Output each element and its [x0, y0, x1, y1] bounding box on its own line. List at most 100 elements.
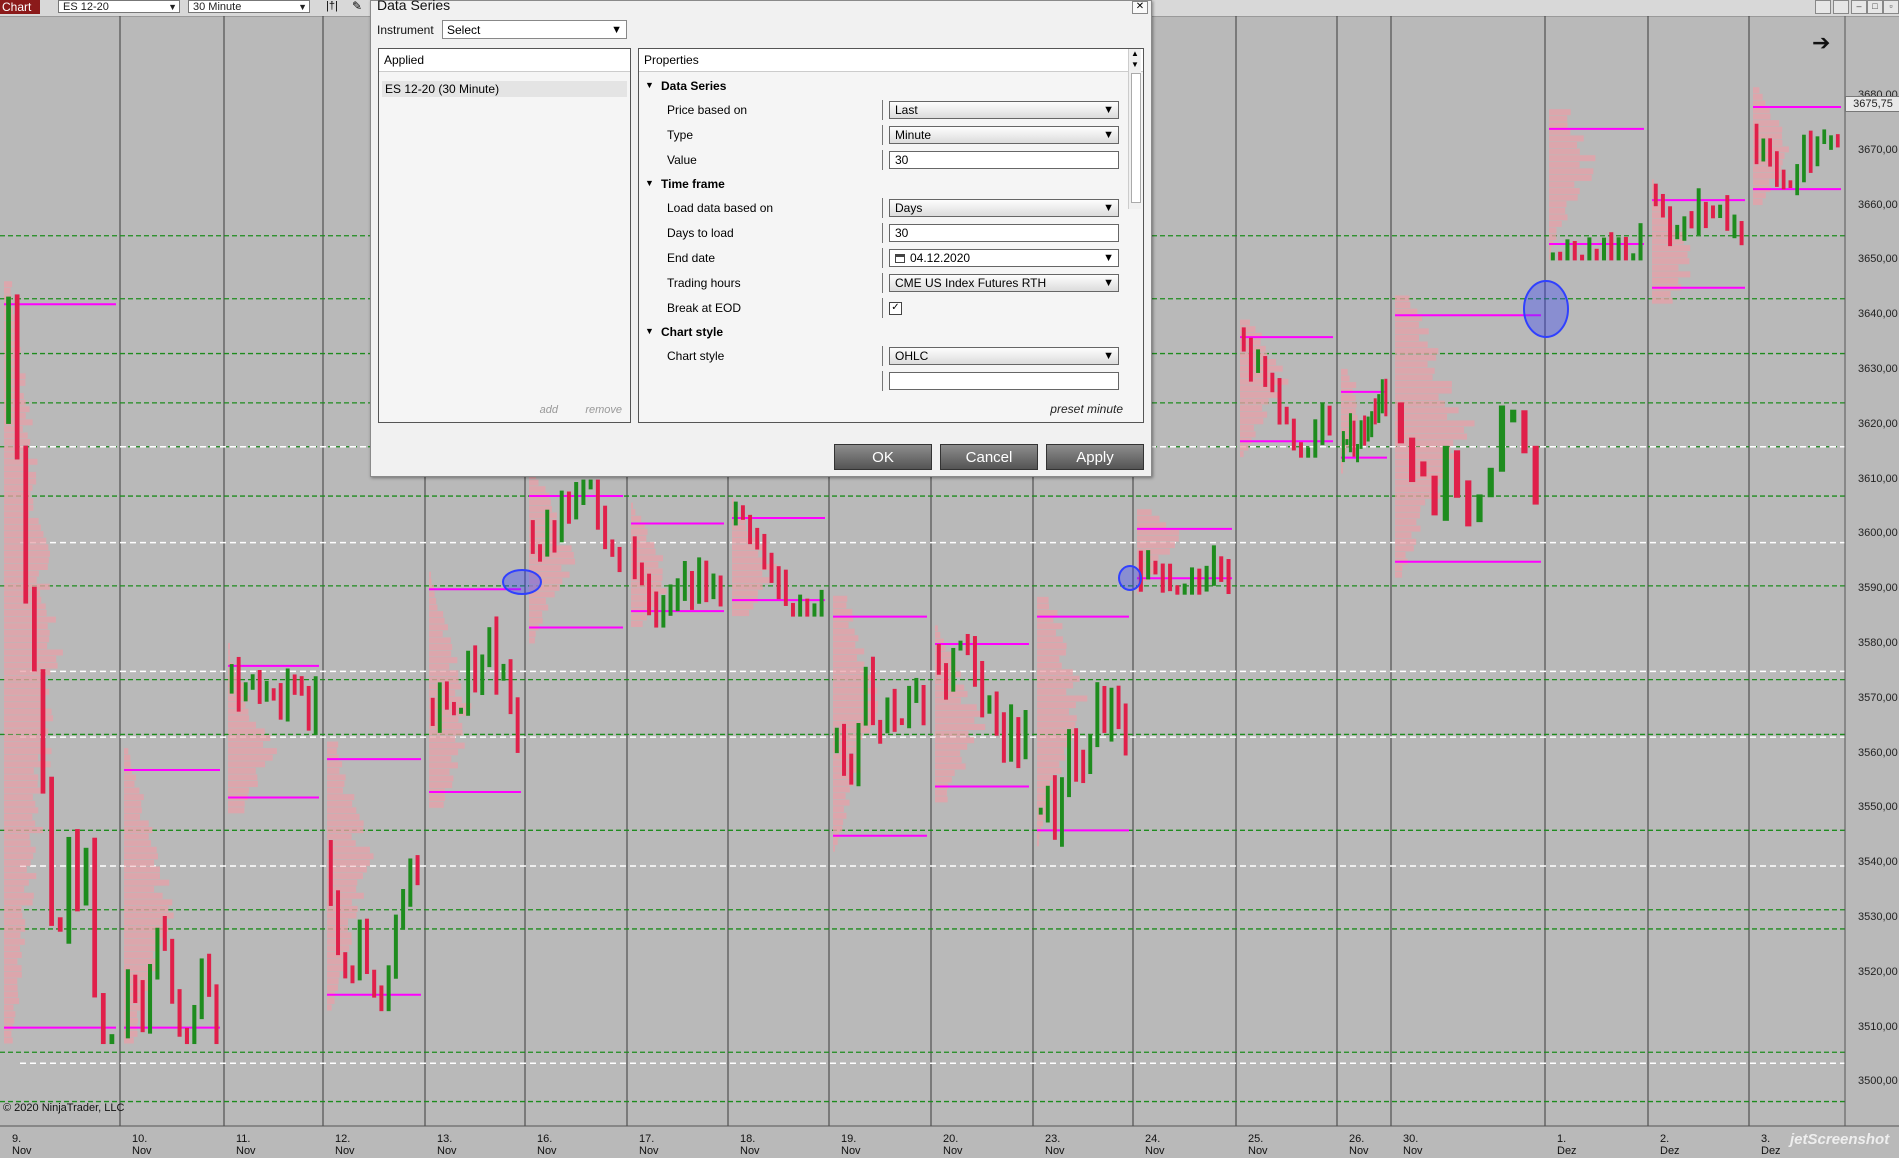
- price-based-on-select[interactable]: Last ▼: [889, 101, 1119, 119]
- profile-row: [4, 610, 47, 617]
- minimize-icon[interactable]: –: [1851, 0, 1867, 14]
- up-bar: [285, 668, 290, 722]
- up-bar: [1380, 379, 1384, 414]
- category-time-frame[interactable]: ▼ Time frame: [639, 172, 1127, 196]
- scroll-up-icon[interactable]: ▲: [1129, 49, 1141, 59]
- expand-triangle-icon[interactable]: ▼: [645, 80, 654, 90]
- down-bar: [1768, 138, 1772, 167]
- category-data-series[interactable]: ▼ Data Series: [639, 74, 1127, 98]
- profile-row: [1395, 374, 1433, 381]
- chart-tab[interactable]: Chart: [0, 0, 40, 14]
- date-tick-label: 26. Nov: [1349, 1133, 1369, 1157]
- scroll-thumb[interactable]: [1131, 73, 1141, 203]
- profile-row: [327, 1004, 332, 1011]
- up-bar: [1587, 237, 1592, 261]
- value-input[interactable]: 30: [889, 151, 1119, 169]
- window-menu-icon[interactable]: [1833, 0, 1849, 14]
- profile-row: [1395, 532, 1412, 539]
- ok-button[interactable]: OK: [834, 444, 932, 470]
- break-at-eod-checkbox[interactable]: ✓: [889, 302, 902, 315]
- profile-row: [1652, 258, 1690, 265]
- scroll-down-icon[interactable]: ▼: [1129, 60, 1141, 70]
- instrument-select[interactable]: Select ▼: [442, 20, 627, 39]
- load-data-label: Load data based on: [667, 201, 774, 215]
- highlight-marker: [1523, 280, 1569, 338]
- expand-triangle-icon[interactable]: ▼: [645, 178, 654, 188]
- down-bar: [1775, 151, 1779, 187]
- profile-row: [1549, 161, 1580, 168]
- cancel-button[interactable]: Cancel: [940, 444, 1038, 470]
- load-data-select[interactable]: Days ▼: [889, 199, 1119, 217]
- down-bar: [350, 965, 355, 984]
- type-row: Type Minute ▼: [639, 123, 1127, 147]
- up-bar: [1313, 419, 1318, 458]
- category-chart-style[interactable]: ▼ Chart style: [639, 320, 1127, 344]
- end-date-picker[interactable]: 04.12.2020 ▼: [889, 249, 1119, 267]
- arrow-right-icon[interactable]: ➔: [1812, 30, 1830, 56]
- down-bar: [1572, 241, 1577, 261]
- profile-row: [1753, 199, 1763, 206]
- profile-row: [935, 625, 938, 632]
- window-menu-icon[interactable]: [1815, 0, 1831, 14]
- profile-row: [833, 825, 843, 832]
- profile-row: [1240, 418, 1264, 425]
- up-bar: [1146, 550, 1151, 580]
- profile-row: [1037, 656, 1060, 663]
- profile-row: [1341, 408, 1356, 415]
- profile-row: [1549, 207, 1566, 214]
- profile-row: [529, 512, 557, 519]
- down-bar: [936, 643, 941, 675]
- interval-dropdown[interactable]: 30 Minute ▼: [188, 0, 310, 13]
- profile-row: [228, 656, 231, 663]
- up-bar: [885, 697, 890, 734]
- profile-row: [833, 668, 864, 675]
- preset-link[interactable]: preset minute: [1050, 402, 1123, 416]
- apply-button[interactable]: Apply: [1046, 444, 1144, 470]
- profile-row: [1037, 702, 1076, 709]
- trading-hours-select[interactable]: CME US Index Futures RTH ▼: [889, 274, 1119, 292]
- down-bar: [566, 491, 571, 524]
- down-bar: [1689, 211, 1694, 229]
- profile-row: [4, 524, 41, 531]
- date-tick-label: 9. Nov: [12, 1133, 32, 1157]
- up-bar: [1601, 237, 1606, 261]
- up-bar: [1795, 164, 1800, 196]
- chart-style-select[interactable]: OHLC ▼: [889, 347, 1119, 365]
- highlight-marker: [1118, 565, 1142, 591]
- profile-row: [833, 714, 877, 721]
- profile-row: [124, 800, 142, 807]
- properties-scrollbar[interactable]: ▲ ▼: [1128, 49, 1141, 209]
- instrument-dropdown[interactable]: ES 12-20 ▼: [58, 0, 180, 13]
- down-bar: [1521, 410, 1528, 454]
- close-icon[interactable]: ✕: [1132, 1, 1148, 14]
- bar-style-icon[interactable]: |†|: [326, 0, 338, 12]
- profile-row: [124, 873, 160, 880]
- chevron-down-icon: ▼: [298, 2, 307, 12]
- applied-series-item[interactable]: ES 12-20 (30 Minute): [382, 81, 627, 97]
- profile-row: [4, 721, 45, 728]
- down-bar: [1420, 461, 1427, 477]
- partial-field[interactable]: [889, 372, 1119, 390]
- profile-row: [1549, 194, 1578, 201]
- profile-row: [4, 281, 13, 288]
- up-bar: [437, 682, 442, 733]
- up-bar: [480, 654, 485, 696]
- profile-row: [732, 570, 763, 577]
- current-price-label: 3675,75: [1845, 96, 1899, 112]
- profile-row: [228, 734, 271, 741]
- type-select[interactable]: Minute ▼: [889, 126, 1119, 144]
- profile-row: [4, 984, 18, 991]
- maximize-icon[interactable]: □: [1867, 0, 1883, 14]
- down-bar: [170, 938, 175, 1004]
- expand-triangle-icon[interactable]: ▼: [645, 326, 654, 336]
- down-bar: [379, 985, 384, 1012]
- remove-link[interactable]: remove: [585, 404, 622, 416]
- profile-row: [833, 622, 849, 629]
- profile-row: [228, 649, 230, 656]
- profile-row: [1341, 368, 1348, 375]
- add-link[interactable]: add: [540, 404, 558, 416]
- days-to-load-input[interactable]: 30: [889, 224, 1119, 242]
- up-bar: [545, 509, 550, 557]
- restore-icon[interactable]: ▫: [1883, 0, 1899, 14]
- pencil-icon[interactable]: ✎: [352, 0, 362, 13]
